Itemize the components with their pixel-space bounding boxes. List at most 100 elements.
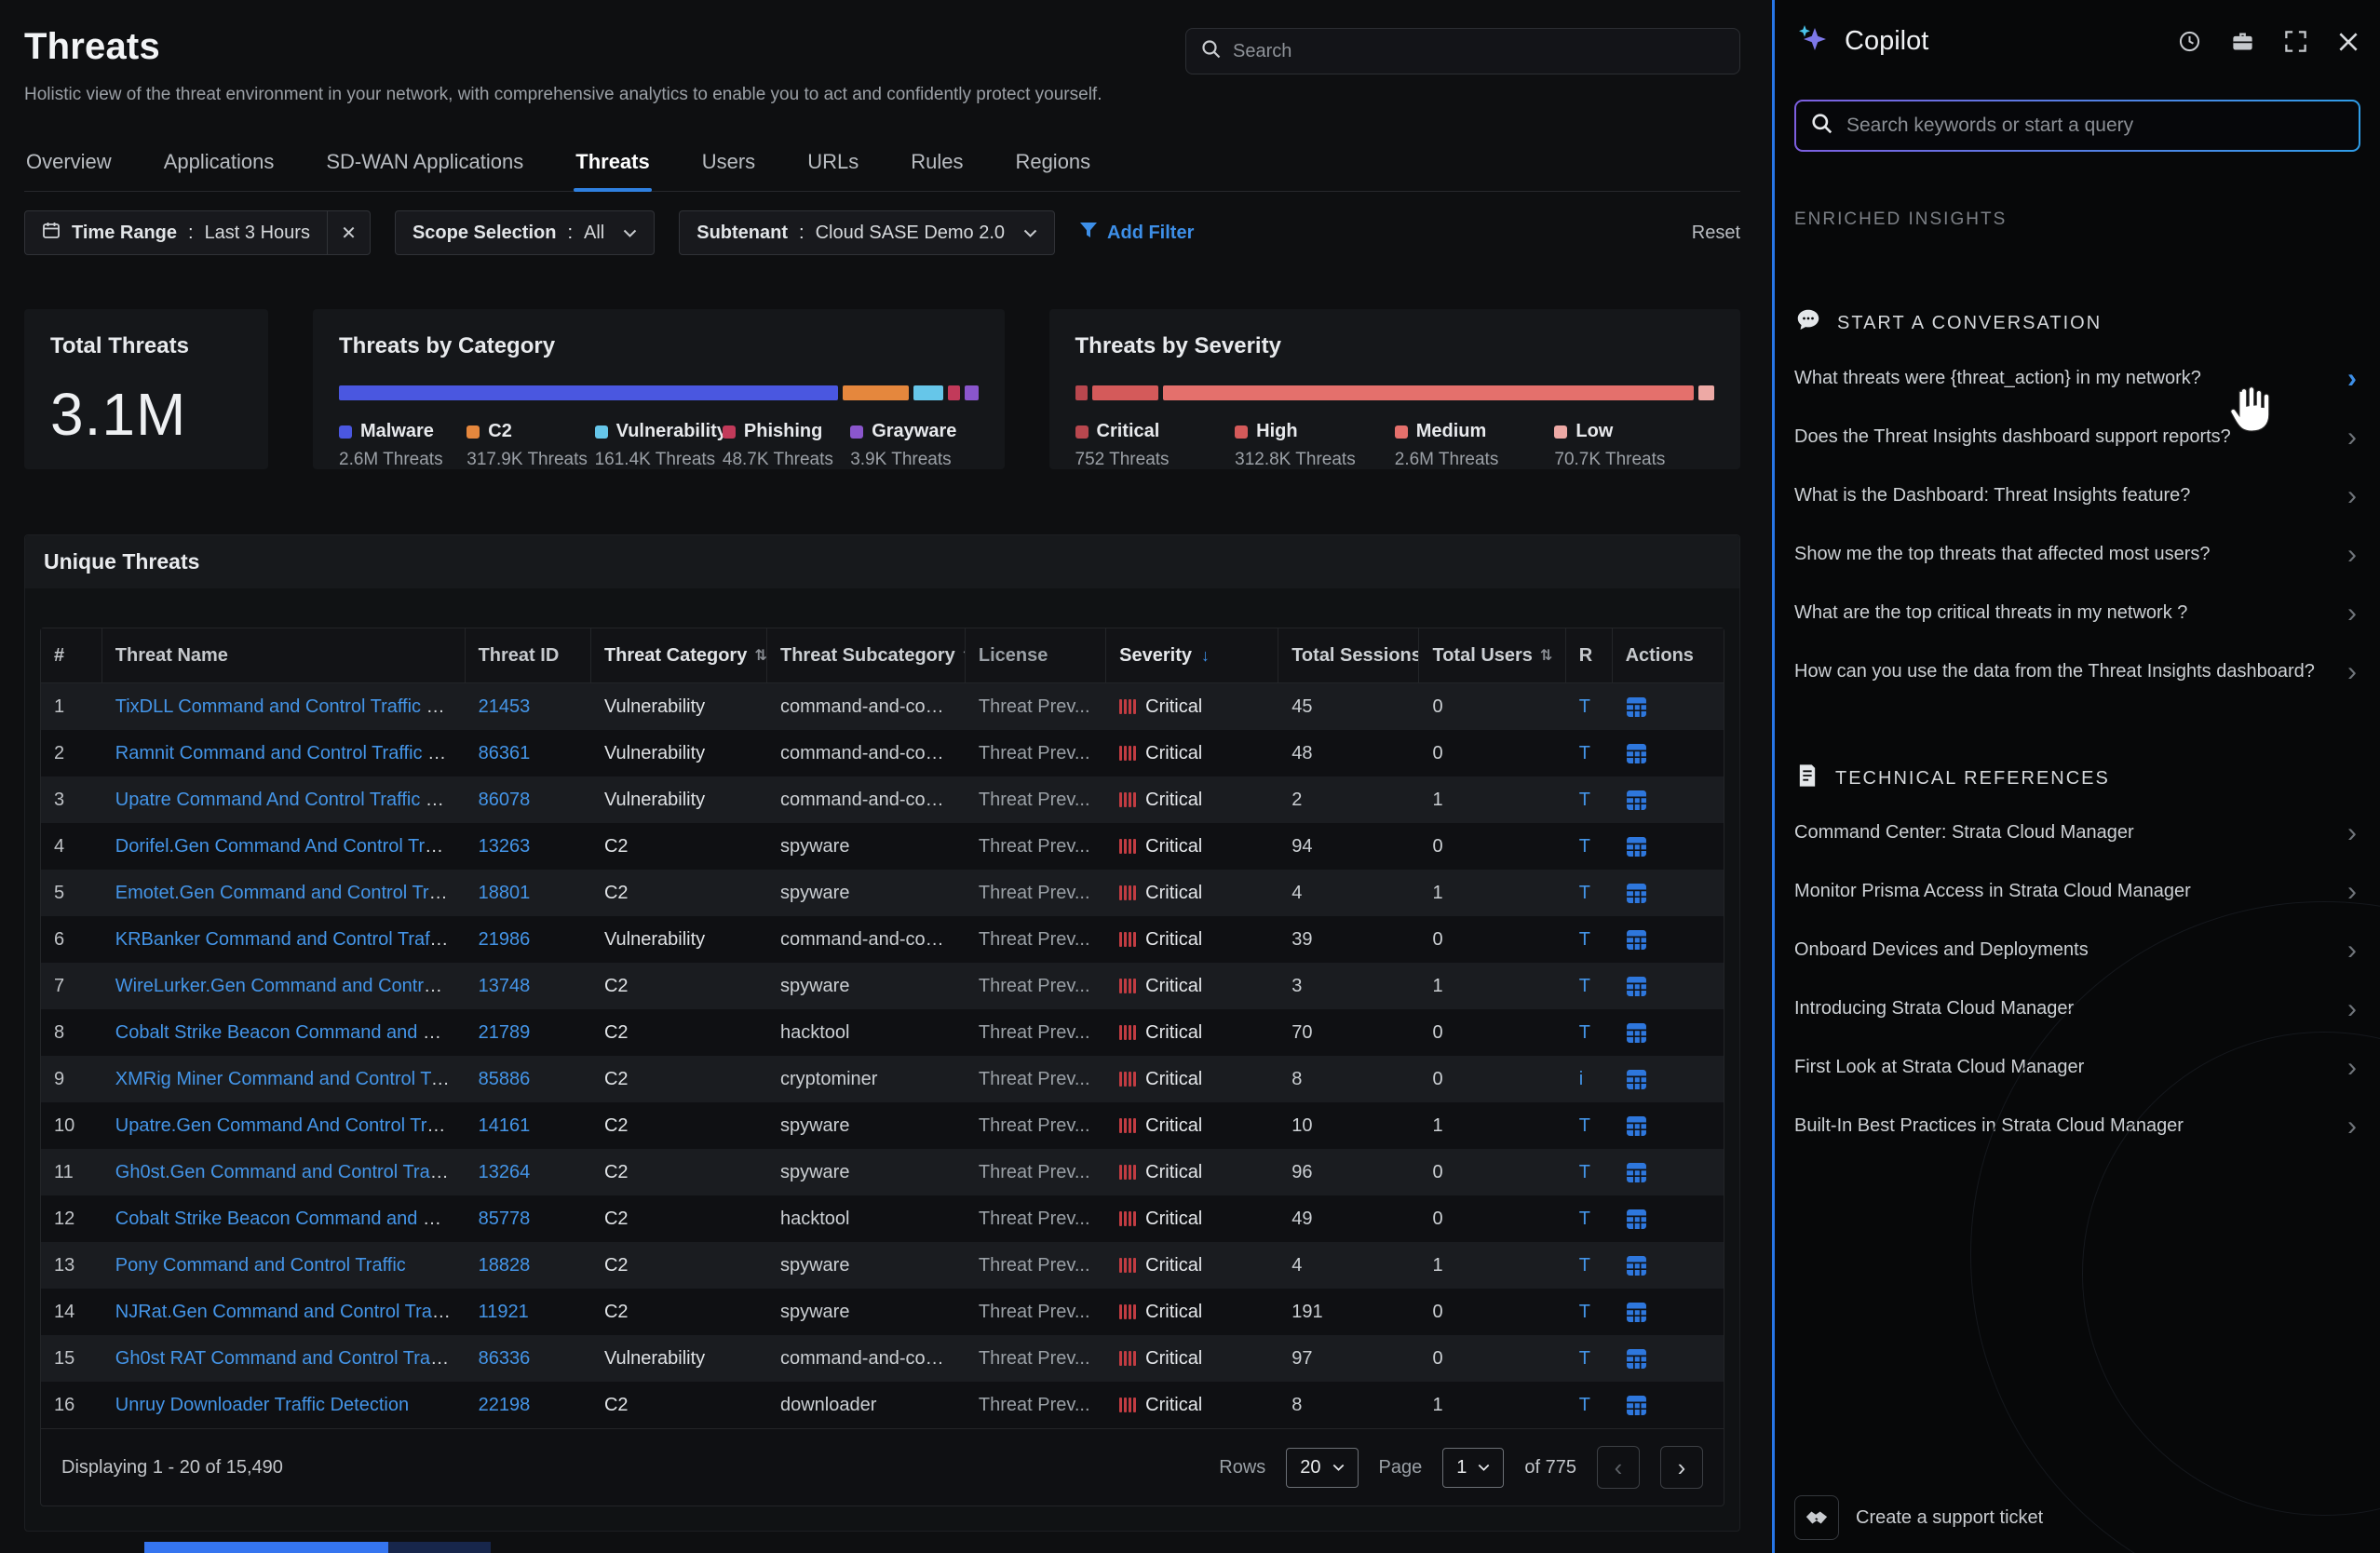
threat-name-link[interactable]: Pony Command and Control Traffic xyxy=(115,1255,406,1276)
nav-tab[interactable]: SD-WAN Applications xyxy=(324,137,525,191)
row-actions-button[interactable] xyxy=(1626,790,1647,811)
report-link[interactable]: T xyxy=(1579,976,1590,996)
nav-tab[interactable]: URLs xyxy=(805,137,860,191)
report-link[interactable]: T xyxy=(1579,883,1590,903)
row-actions-button[interactable] xyxy=(1626,836,1647,858)
column-header-license[interactable]: License xyxy=(966,628,1106,682)
report-link[interactable]: T xyxy=(1579,743,1590,763)
conversation-suggestion-item[interactable]: Show me the top threats that affected mo… xyxy=(1794,525,2360,584)
briefcase-icon[interactable] xyxy=(2230,29,2255,54)
threat-id-link[interactable]: 21453 xyxy=(479,696,531,717)
threat-name-link[interactable]: XMRig Miner Command and Control Traffic xyxy=(115,1069,466,1089)
close-icon[interactable] xyxy=(2336,30,2360,54)
report-link[interactable]: T xyxy=(1579,790,1590,810)
reference-link-item[interactable]: Command Center: Strata Cloud Manager › xyxy=(1794,804,2360,862)
threat-id-link[interactable]: 86078 xyxy=(479,790,531,810)
sort-desc-icon[interactable]: ↓ xyxy=(1201,646,1210,666)
threat-name-link[interactable]: Unruy Downloader Traffic Detection xyxy=(115,1395,409,1415)
report-link[interactable]: T xyxy=(1579,1395,1590,1415)
row-actions-button[interactable] xyxy=(1626,1209,1647,1230)
threat-id-link[interactable]: 21986 xyxy=(479,929,531,950)
row-actions-button[interactable] xyxy=(1626,1255,1647,1276)
row-actions-button[interactable] xyxy=(1626,929,1647,951)
threat-id-link[interactable]: 14161 xyxy=(479,1115,531,1136)
row-actions-button[interactable] xyxy=(1626,696,1647,718)
threat-id-link[interactable]: 22198 xyxy=(479,1395,531,1415)
threat-id-link[interactable]: 86361 xyxy=(479,743,531,763)
column-header-severity[interactable]: Severity↓ xyxy=(1106,628,1278,682)
history-icon[interactable] xyxy=(2177,29,2202,54)
report-link[interactable]: T xyxy=(1579,1162,1590,1182)
threat-name-link[interactable]: Dorifel.Gen Command And Control Traffic xyxy=(115,836,459,857)
next-page-button[interactable]: › xyxy=(1660,1446,1703,1489)
row-actions-button[interactable] xyxy=(1626,1022,1647,1044)
threat-name-link[interactable]: KRBanker Command and Control Traffic De xyxy=(115,929,466,950)
threat-name-link[interactable]: Upatre Command And Control Traffic Dete xyxy=(115,790,465,810)
threat-id-link[interactable]: 13748 xyxy=(479,976,531,996)
threat-name-link[interactable]: Cobalt Strike Beacon Command and Contrc xyxy=(115,1022,466,1043)
report-link[interactable]: T xyxy=(1579,696,1590,717)
row-actions-button[interactable] xyxy=(1626,1069,1647,1090)
row-actions-button[interactable] xyxy=(1626,976,1647,997)
copilot-search[interactable] xyxy=(1794,100,2360,152)
filter-chip-time-range[interactable]: Time Range : Last 3 Hours ✕ xyxy=(24,210,371,255)
row-actions-button[interactable] xyxy=(1626,1395,1647,1416)
report-link[interactable]: i xyxy=(1579,1069,1583,1089)
filter-chip-subtenant[interactable]: Subtenant : Cloud SASE Demo 2.0 xyxy=(679,210,1055,255)
nav-tab[interactable]: Applications xyxy=(162,137,277,191)
reference-link-item[interactable]: Monitor Prisma Access in Strata Cloud Ma… xyxy=(1794,862,2360,921)
report-link[interactable]: T xyxy=(1579,1255,1590,1276)
threat-name-link[interactable]: Ramnit Command and Control Traffic Detec xyxy=(115,743,466,763)
scrollbar-thumb[interactable] xyxy=(144,1542,388,1553)
reference-link-item[interactable]: Built-In Best Practices in Strata Cloud … xyxy=(1794,1097,2360,1155)
rows-per-page-select[interactable]: 20 xyxy=(1286,1448,1358,1488)
reference-link-item[interactable]: First Look at Strata Cloud Manager › xyxy=(1794,1038,2360,1097)
nav-tab[interactable]: Overview xyxy=(24,137,114,191)
global-search[interactable] xyxy=(1185,28,1740,74)
previous-page-button[interactable]: ‹ xyxy=(1597,1446,1640,1489)
create-support-ticket-button[interactable]: Create a support ticket xyxy=(1794,1495,2043,1540)
threat-id-link[interactable]: 11921 xyxy=(479,1302,529,1322)
threat-id-link[interactable]: 13263 xyxy=(479,836,531,857)
threat-id-link[interactable]: 18801 xyxy=(479,883,531,903)
row-actions-button[interactable] xyxy=(1626,1348,1647,1370)
threat-name-link[interactable]: Gh0st RAT Command and Control Traffic D xyxy=(115,1348,466,1369)
row-actions-button[interactable] xyxy=(1626,743,1647,764)
sort-icon[interactable]: ⇅ xyxy=(1540,646,1552,665)
threat-id-link[interactable]: 13264 xyxy=(479,1162,531,1182)
threat-id-link[interactable]: 21789 xyxy=(479,1022,531,1043)
report-link[interactable]: T xyxy=(1579,1115,1590,1136)
threat-name-link[interactable]: Emotet.Gen Command and Control Traffic xyxy=(115,883,463,903)
threat-id-link[interactable]: 85886 xyxy=(479,1069,531,1089)
report-link[interactable]: T xyxy=(1579,1302,1590,1322)
conversation-suggestion-item[interactable]: How can you use the data from the Threat… xyxy=(1794,642,2360,701)
remove-time-filter-button[interactable]: ✕ xyxy=(327,211,370,254)
column-header-total-users[interactable]: Total Users⇅ xyxy=(1419,628,1565,682)
conversation-suggestion-item[interactable]: What are the top critical threats in my … xyxy=(1794,584,2360,642)
column-header-threat-subcategory[interactable]: Threat Subcategory⇅ xyxy=(767,628,966,682)
row-actions-button[interactable] xyxy=(1626,1302,1647,1323)
horizontal-scrollbar[interactable] xyxy=(144,1542,491,1553)
report-link[interactable]: T xyxy=(1579,929,1590,950)
column-header-threat-id[interactable]: Threat ID xyxy=(466,628,591,682)
nav-tab[interactable]: Regions xyxy=(1013,137,1092,191)
report-link[interactable]: T xyxy=(1579,1348,1590,1369)
conversation-suggestion-item[interactable]: Does the Threat Insights dashboard suppo… xyxy=(1794,408,2360,466)
threat-id-link[interactable]: 85778 xyxy=(479,1209,531,1229)
conversation-suggestion-item[interactable]: What is the Dashboard: Threat Insights f… xyxy=(1794,466,2360,525)
reference-link-item[interactable]: Onboard Devices and Deployments › xyxy=(1794,921,2360,979)
threat-name-link[interactable]: WireLurker.Gen Command and Control Trat xyxy=(115,976,466,996)
threat-name-link[interactable]: TixDLL Command and Control Traffic Detec xyxy=(115,696,466,717)
column-header-threat-category[interactable]: Threat Category⇅ xyxy=(591,628,767,682)
reset-filters-button[interactable]: Reset xyxy=(1692,223,1740,244)
copilot-search-input[interactable] xyxy=(1846,115,2344,137)
threat-name-link[interactable]: Upatre.Gen Command And Control Traffic xyxy=(115,1115,461,1136)
report-link[interactable]: T xyxy=(1579,1209,1590,1229)
row-actions-button[interactable] xyxy=(1626,1162,1647,1183)
threat-name-link[interactable]: Cobalt Strike Beacon Command and Contrc xyxy=(115,1209,466,1229)
nav-tab[interactable]: Threats xyxy=(574,137,651,191)
report-link[interactable]: T xyxy=(1579,836,1590,857)
column-header-threat-name[interactable]: Threat Name xyxy=(102,628,466,682)
add-filter-button[interactable]: Add Filter xyxy=(1079,222,1194,245)
row-actions-button[interactable] xyxy=(1626,1115,1647,1137)
